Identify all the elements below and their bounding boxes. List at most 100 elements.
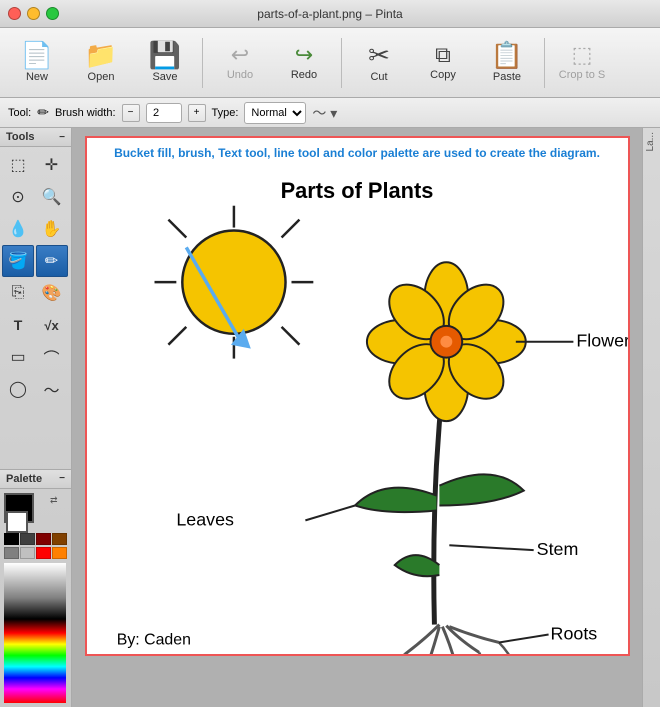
open-button[interactable]: 📁 Open (70, 33, 132, 93)
crop-button[interactable]: ⬚ Crop to S (551, 33, 613, 93)
brush-width-decrease[interactable]: − (122, 104, 140, 122)
minimize-button[interactable] (27, 7, 40, 20)
roots-label: Roots (550, 624, 597, 644)
color-mgray[interactable] (4, 547, 19, 559)
tool-text[interactable]: T (2, 309, 34, 341)
tool-lasso[interactable]: ⊙ (2, 181, 34, 213)
leaves-label-line (305, 505, 355, 520)
tool-formula[interactable]: √x (36, 309, 68, 341)
tool-zoom[interactable]: 🔍 (36, 181, 68, 213)
tool-paintbucket[interactable]: 🪣 (2, 245, 34, 277)
crop-icon: ⬚ (572, 44, 593, 66)
toolbar-sep-2 (341, 38, 342, 88)
color-brgred[interactable] (36, 547, 51, 559)
paste-icon: 📋 (491, 42, 523, 68)
stem-label: Stem (536, 539, 578, 559)
toolbar-sep-1 (202, 38, 203, 88)
tool-label: Tool: (8, 107, 31, 119)
tool-pan[interactable]: ✋ (36, 213, 68, 245)
redo-button[interactable]: ↪ Redo (273, 33, 335, 93)
annotation-text: Bucket fill, brush, Text tool, line tool… (87, 138, 628, 168)
color-brgorange[interactable] (52, 547, 67, 559)
color-row-1 (4, 533, 67, 545)
tool-freeform[interactable]: ⌒ (36, 341, 68, 373)
color-row-2 (4, 547, 67, 559)
close-button[interactable] (8, 7, 21, 20)
tool-rectangle[interactable]: ▭ (2, 341, 34, 373)
toolbar-sep-3 (544, 38, 545, 88)
fg-bg-swatches: ⇄ (4, 493, 67, 529)
new-label: New (26, 71, 48, 83)
color-orange[interactable] (52, 533, 67, 545)
tool-colorpick[interactable]: 💧 (2, 213, 34, 245)
color-red[interactable] (36, 533, 51, 545)
redo-icon: ↪ (295, 44, 313, 66)
tools-grid: ⬚ ✛ ⊙ 🔍 💧 ✋ 🪣 ✏ ⎘ 🎨 T √x ▭ ⌒ ◯ 〜 (0, 147, 71, 407)
brush-type-select[interactable]: Normal Flat Round (244, 102, 306, 124)
save-label: Save (152, 71, 177, 83)
author-label: By: Caden (116, 631, 190, 648)
open-label: Open (88, 71, 115, 83)
swap-colors[interactable]: ⇄ (50, 495, 58, 529)
titlebar: parts-of-a-plant.png – Pinta (0, 0, 660, 28)
tool-clone[interactable]: ⎘ (2, 277, 34, 309)
type-label: Type: (212, 107, 239, 119)
save-button[interactable]: 💾 Save (134, 33, 196, 93)
undo-button[interactable]: ↩ Undo (209, 33, 271, 93)
tool-options-bar: Tool: ✏ Brush width: − + Type: Normal Fl… (0, 98, 660, 128)
palette-section: Palette − ⇄ (0, 469, 71, 707)
cut-label: Cut (370, 71, 387, 83)
save-icon: 💾 (149, 42, 181, 68)
canvas-area[interactable]: Bucket fill, brush, Text tool, line tool… (72, 128, 642, 707)
crop-label: Crop to S (559, 69, 605, 81)
pencil-tool-icon: ✏ (37, 104, 49, 121)
main-toolbar: 📄 New 📁 Open 💾 Save ↩ Undo ↪ Redo ✂ Cut … (0, 28, 660, 98)
brush-width-input[interactable] (146, 103, 182, 123)
undo-icon: ↩ (231, 44, 249, 66)
tool-recolor[interactable]: 🎨 (36, 277, 68, 309)
palette-label: Palette (6, 473, 42, 485)
right-panel: La... (642, 128, 660, 707)
left-leaf (355, 488, 436, 512)
tool-move[interactable]: ✛ (36, 149, 68, 181)
color-black[interactable] (4, 533, 19, 545)
brush-width-increase[interactable]: + (188, 104, 206, 122)
paste-button[interactable]: 📋 Paste (476, 33, 538, 93)
stem-label-line (449, 545, 533, 550)
diagram-title: Parts of Plants (280, 178, 433, 203)
palette-collapse-icon[interactable]: − (59, 473, 65, 485)
maximize-button[interactable] (46, 7, 59, 20)
tools-collapse-icon[interactable]: − (59, 132, 65, 143)
flowers-label: Flowers (576, 331, 628, 351)
color-lgray[interactable] (20, 547, 35, 559)
window-controls[interactable] (8, 7, 59, 20)
tool-ellipse[interactable]: ◯ (2, 373, 34, 405)
right-leaf (439, 474, 523, 505)
tool-pencil[interactable]: ✏ (36, 245, 68, 277)
copy-button[interactable]: ⧉ Copy (412, 33, 474, 93)
undo-label: Undo (227, 69, 253, 81)
copy-icon: ⧉ (435, 44, 451, 66)
sun-circle (182, 231, 285, 334)
tool-freehand[interactable]: 〜 (36, 373, 68, 405)
redo-label: Redo (291, 69, 317, 81)
drawing-canvas: Bucket fill, brush, Text tool, line tool… (85, 136, 630, 656)
brush-width-label: Brush width: (55, 107, 116, 119)
roots-label-line (498, 635, 548, 643)
color-dgray[interactable] (20, 533, 35, 545)
tools-label: Tools (6, 131, 35, 143)
window-title: parts-of-a-plant.png – Pinta (257, 7, 402, 21)
tool-rectangle-select[interactable]: ⬚ (2, 149, 34, 181)
paste-label: Paste (493, 71, 521, 83)
new-button[interactable]: 📄 New (6, 33, 68, 93)
palette-colors: ⇄ (0, 489, 71, 707)
left-toolbar: Tools − ⬚ ✛ ⊙ 🔍 💧 ✋ 🪣 ✏ ⎘ 🎨 T √x ▭ ⌒ (0, 128, 72, 707)
path-icon: 〜 ▾ (312, 103, 337, 123)
layers-label: La... (643, 128, 658, 155)
copy-label: Copy (430, 69, 456, 81)
color-gradient-strip[interactable] (4, 563, 66, 703)
background-color[interactable] (6, 511, 28, 533)
plant-diagram-svg: Parts of Plants (87, 168, 628, 654)
cut-button[interactable]: ✂ Cut (348, 33, 410, 93)
palette-header: Palette − (0, 469, 71, 489)
